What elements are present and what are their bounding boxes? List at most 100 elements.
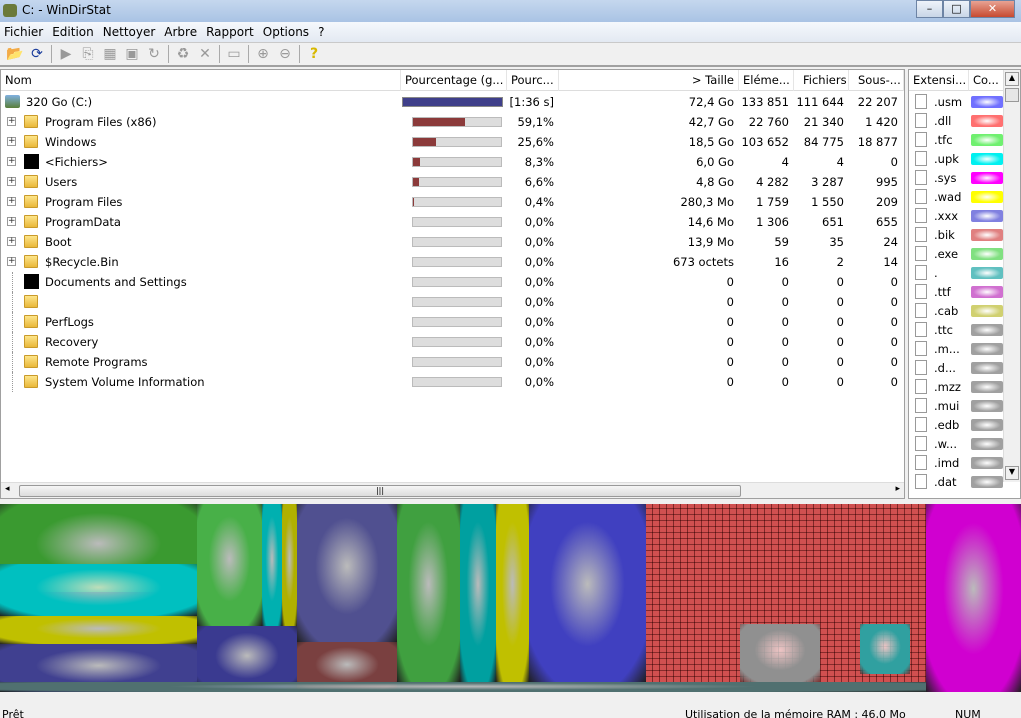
extension-item[interactable]: .imd: [909, 453, 1005, 472]
menu-fichier[interactable]: Fichier: [0, 22, 48, 42]
file-type-icon: [915, 360, 927, 375]
extension-item[interactable]: .d...: [909, 358, 1005, 377]
col-files[interactable]: Fichiers: [794, 70, 849, 91]
extension-item[interactable]: .upk: [909, 149, 1005, 168]
table-row[interactable]: Remote Programs 0,0% 0 0 0 0: [1, 352, 904, 372]
scroll-thumb[interactable]: [1005, 88, 1019, 102]
extension-item[interactable]: .mzz: [909, 377, 1005, 396]
col-subdirs[interactable]: Sous-...: [849, 70, 904, 91]
treemap-cell[interactable]: [496, 504, 529, 682]
expand-icon[interactable]: +: [7, 177, 16, 186]
expand-icon[interactable]: +: [7, 257, 16, 266]
extension-item[interactable]: .wad: [909, 187, 1005, 206]
scroll-down-icon[interactable]: ▼: [1005, 466, 1019, 480]
col-name[interactable]: Nom: [1, 70, 401, 91]
col-items[interactable]: Eléme...: [739, 70, 794, 91]
extension-item[interactable]: .usm: [909, 92, 1005, 111]
table-row[interactable]: + Program Files 0,4% 280,3 Mo 1 759 1 550 209: [1, 192, 904, 212]
extension-item[interactable]: .exe: [909, 244, 1005, 263]
extension-item[interactable]: .m...: [909, 339, 1005, 358]
expand-icon[interactable]: +: [7, 237, 16, 246]
treemap-cell[interactable]: [0, 564, 197, 616]
table-row[interactable]: Documents and Settings 0,0% 0 0 0 0: [1, 272, 904, 292]
extension-item[interactable]: .: [909, 263, 1005, 282]
treemap-cell[interactable]: [197, 504, 262, 626]
treemap-cell[interactable]: [860, 624, 910, 674]
minimize-button[interactable]: –: [916, 0, 943, 18]
table-row[interactable]: PerfLogs 0,0% 0 0 0 0: [1, 312, 904, 332]
vertical-scrollbar[interactable]: ▲ ▼: [1003, 70, 1020, 482]
new-folder-icon[interactable]: ▭: [223, 44, 245, 64]
zoom-in-icon[interactable]: ⊕: [252, 44, 274, 64]
open-icon[interactable]: 📂: [4, 44, 26, 64]
delete-icon[interactable]: ✕: [194, 44, 216, 64]
treemap-cell[interactable]: [0, 616, 197, 644]
menu-help[interactable]: ?: [314, 22, 329, 42]
table-row[interactable]: 0,0% 0 0 0 0: [1, 292, 904, 312]
table-row[interactable]: + Users 6,6% 4,8 Go 4 282 3 287 995: [1, 172, 904, 192]
menu-options[interactable]: Options: [259, 22, 314, 42]
menu-rapport[interactable]: Rapport: [202, 22, 259, 42]
menu-nettoyer[interactable]: Nettoyer: [99, 22, 161, 42]
extension-item[interactable]: .mui: [909, 396, 1005, 415]
treemap-cell[interactable]: [460, 504, 496, 682]
extension-item[interactable]: .dll: [909, 111, 1005, 130]
treemap-cell[interactable]: [529, 504, 646, 682]
treemap-cell[interactable]: [262, 504, 282, 626]
expand-icon[interactable]: +: [7, 137, 16, 146]
menu-edition[interactable]: Edition: [48, 22, 99, 42]
table-row[interactable]: 320 Go (C:) [1:36 s] 72,4 Go 133 851 111 644…: [1, 92, 904, 112]
command-prompt-icon[interactable]: ▣: [121, 44, 143, 64]
col-pct-graph[interactable]: Pourcentage (g...: [401, 70, 507, 91]
play-icon[interactable]: ▶: [55, 44, 77, 64]
treemap-cell[interactable]: [0, 682, 926, 692]
col-pct[interactable]: Pourc...: [507, 70, 559, 91]
table-row[interactable]: + Windows 25,6% 18,5 Go 103 652 84 775 18 877: [1, 132, 904, 152]
treemap-cell[interactable]: [926, 504, 1021, 692]
scroll-left-icon[interactable]: ◂: [5, 484, 10, 494]
treemap-cell[interactable]: [297, 504, 397, 642]
scroll-up-icon[interactable]: ▲: [1005, 72, 1019, 86]
expand-icon[interactable]: +: [7, 157, 16, 166]
zoom-out-icon[interactable]: ⊖: [274, 44, 296, 64]
table-row[interactable]: System Volume Information 0,0% 0 0 0 0: [1, 372, 904, 392]
extension-item[interactable]: .w...: [909, 434, 1005, 453]
expand-icon[interactable]: +: [7, 197, 16, 206]
extension-item[interactable]: .bik: [909, 225, 1005, 244]
extension-item[interactable]: .ttc: [909, 320, 1005, 339]
scroll-thumb[interactable]: |||: [19, 485, 741, 497]
extension-item[interactable]: .dat: [909, 472, 1005, 491]
col-extension[interactable]: Extensi...: [909, 70, 969, 91]
extension-item[interactable]: .xxx: [909, 206, 1005, 225]
extension-item[interactable]: .sys: [909, 168, 1005, 187]
refresh-icon[interactable]: ⟳: [26, 44, 48, 64]
treemap[interactable]: [0, 504, 1021, 692]
expand-icon[interactable]: +: [7, 117, 16, 126]
table-row[interactable]: + Program Files (x86) 59,1% 42,7 Go 22 760 21…: [1, 112, 904, 132]
table-row[interactable]: Recovery 0,0% 0 0 0 0: [1, 332, 904, 352]
treemap-cell[interactable]: [397, 504, 460, 682]
extension-item[interactable]: .ttf: [909, 282, 1005, 301]
maximize-button[interactable]: □: [943, 0, 970, 18]
refresh-selected-icon[interactable]: ↻: [143, 44, 165, 64]
scroll-right-icon[interactable]: ▸: [895, 484, 900, 494]
expand-icon[interactable]: +: [7, 217, 16, 226]
extension-item[interactable]: .cab: [909, 301, 1005, 320]
extension-item[interactable]: .tfc: [909, 130, 1005, 149]
horizontal-scrollbar[interactable]: ◂ ||| ▸: [1, 482, 904, 498]
help-icon[interactable]: ?: [303, 44, 325, 64]
table-row[interactable]: + $Recycle.Bin 0,0% 673 octets 16 2 14: [1, 252, 904, 272]
treemap-cell[interactable]: [740, 624, 820, 682]
recycle-icon[interactable]: ♻: [172, 44, 194, 64]
menu-arbre[interactable]: Arbre: [160, 22, 202, 42]
table-row[interactable]: + Boot 0,0% 13,9 Mo 59 35 24: [1, 232, 904, 252]
table-row[interactable]: + <Fichiers> 8,3% 6,0 Go 4 4 0: [1, 152, 904, 172]
extension-item[interactable]: .edb: [909, 415, 1005, 434]
col-size[interactable]: > Taille: [559, 70, 739, 91]
col-color[interactable]: Co...: [969, 70, 1005, 91]
table-row[interactable]: + ProgramData 0,0% 14,6 Mo 1 306 651 655: [1, 212, 904, 232]
explorer-icon[interactable]: ▦: [99, 44, 121, 64]
close-button[interactable]: ✕: [970, 0, 1015, 18]
treemap-cell[interactable]: [282, 504, 297, 626]
copy-icon[interactable]: ⎘: [77, 44, 99, 64]
